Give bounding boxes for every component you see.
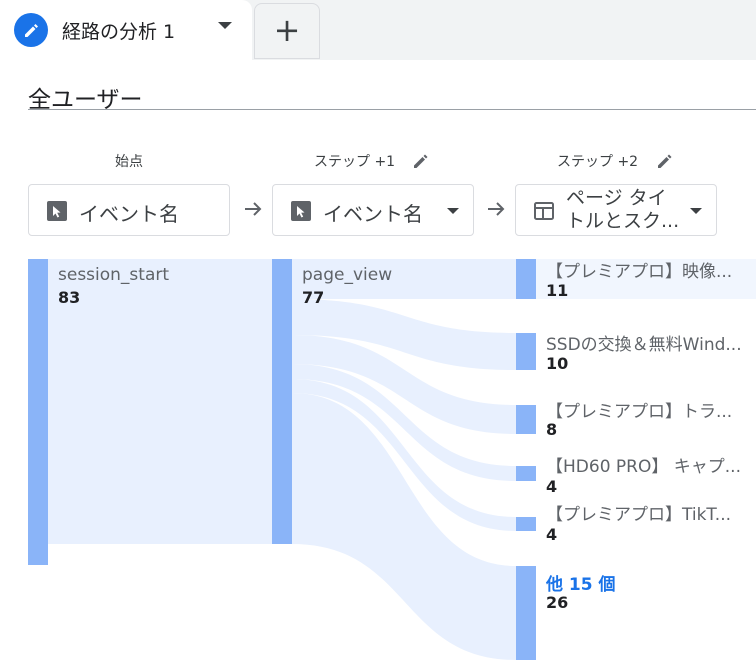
node-bar-step2[interactable] <box>516 259 536 299</box>
more-nodes-value: 26 <box>546 593 569 612</box>
node-bar-step2[interactable] <box>516 466 536 481</box>
step2-node-label[interactable]: 【プレミアプロ】映像... <box>546 257 756 282</box>
node-bar-more[interactable] <box>516 566 536 660</box>
step2-node-value: 8 <box>546 420 558 439</box>
node-bar-step2[interactable] <box>516 405 536 434</box>
more-nodes-link[interactable]: 他 15 個 <box>546 570 616 595</box>
start-node-label[interactable]: session_start <box>58 265 169 285</box>
start-node-value: 83 <box>58 288 81 307</box>
node-bar-step2[interactable] <box>516 517 536 531</box>
step1-node-label[interactable]: page_view <box>302 265 392 285</box>
step2-node-label[interactable]: 【プレミアプロ】TikT... <box>546 500 756 525</box>
step2-node-label[interactable]: 【プレミアプロ】トラ... <box>546 397 756 422</box>
step2-node-value: 10 <box>546 354 569 373</box>
step2-node-label[interactable]: 【HD60 PRO】 キャプ... <box>546 452 756 477</box>
node-bar-step2[interactable] <box>516 333 536 370</box>
step2-node-value: 4 <box>546 525 558 544</box>
flow-band-start <box>48 259 272 544</box>
step1-node-value: 77 <box>302 288 325 307</box>
flow-band <box>292 393 516 660</box>
node-bar-start[interactable] <box>28 259 48 565</box>
step2-node-value: 4 <box>546 477 558 496</box>
step2-node-value: 11 <box>546 281 569 300</box>
step2-node-label[interactable]: SSDの交換＆無料Wind... <box>546 330 756 355</box>
node-bar-step1[interactable] <box>272 259 292 544</box>
